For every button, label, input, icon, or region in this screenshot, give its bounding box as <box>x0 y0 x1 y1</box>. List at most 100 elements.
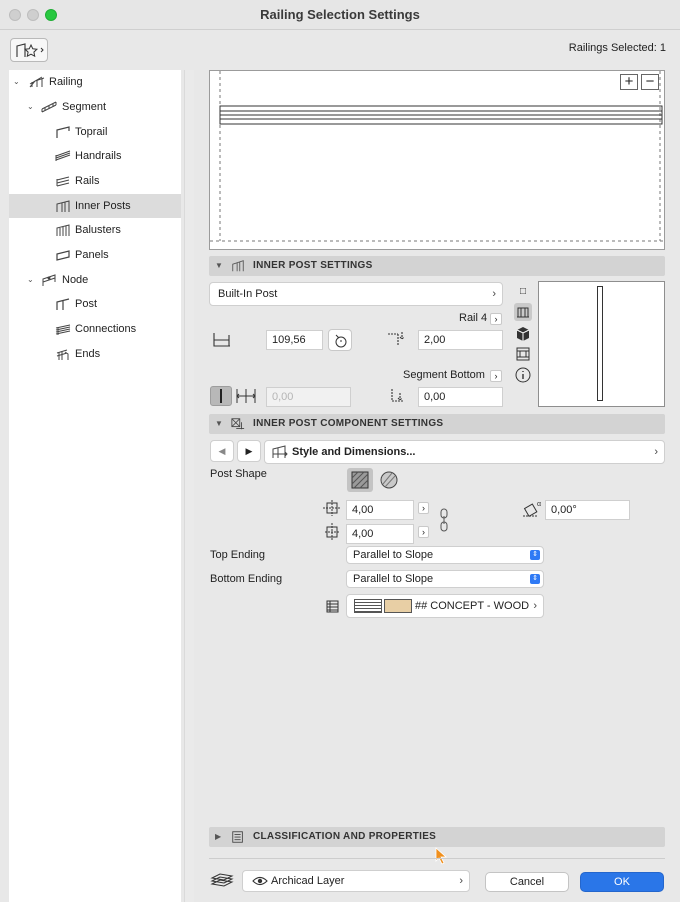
view-elevation-button[interactable] <box>515 346 531 362</box>
material-popup[interactable]: ## CONCEPT - WOOD › <box>346 594 544 618</box>
bottom-ending-select[interactable]: Parallel to Slope ⇕ <box>346 570 544 588</box>
chevron-down-icon[interactable]: ⌄ <box>27 268 37 292</box>
connections-icon <box>55 324 71 335</box>
top-ending-select[interactable]: Parallel to Slope ⇕ <box>346 546 544 564</box>
chevron-right-icon: › <box>459 875 463 887</box>
lock-icon <box>335 334 347 348</box>
fixed-spacing-toggle[interactable] <box>210 386 232 406</box>
chain-link-icon <box>440 508 448 532</box>
classification-properties-header[interactable]: ▶ CLASSIFICATION AND PROPERTIES <box>209 827 665 847</box>
balusters-icon <box>56 224 70 236</box>
style-dimensions-icon <box>272 445 288 458</box>
top-reference-label[interactable]: Rail 4 <box>459 312 487 324</box>
tree-item-railing[interactable]: ⌄ Railing <box>9 70 181 94</box>
settings-tree: ⌄ Railing ⌄ Segment Toprail Handrails Ra… <box>9 70 181 902</box>
depth-chevron-button[interactable]: › <box>418 526 429 538</box>
collapse-triangle-icon[interactable]: ▼ <box>215 256 223 276</box>
post-depth-input[interactable]: 4,00 <box>346 524 414 544</box>
expand-triangle-icon[interactable]: ▶ <box>215 827 221 847</box>
rails-icon <box>56 176 70 187</box>
handrails-icon <box>55 150 71 161</box>
material-color-swatch <box>384 599 412 613</box>
tree-item-balusters[interactable]: Balusters <box>9 218 181 242</box>
tree-item-inner-posts[interactable]: Inner Posts <box>9 194 181 218</box>
circular-shape-button[interactable] <box>376 468 402 492</box>
hatched-circle-icon <box>380 471 398 489</box>
material-pattern-swatch <box>354 599 382 613</box>
selection-count-label: Railings Selected: 1 <box>568 42 666 54</box>
rectangular-shape-button[interactable] <box>347 468 373 492</box>
previous-panel-button[interactable]: ◀ <box>210 440 234 462</box>
ok-button[interactable]: OK <box>580 872 664 892</box>
bottom-offset-icon <box>391 389 404 402</box>
favorites-button[interactable] <box>10 38 48 62</box>
cube-icon <box>516 327 530 341</box>
tree-item-handrails[interactable]: Handrails <box>9 144 181 168</box>
tree-item-segment[interactable]: ⌄ Segment <box>9 95 181 119</box>
layer-popup[interactable]: Archicad Layer › <box>242 870 470 892</box>
railing-preview-drawing <box>210 71 664 242</box>
tree-item-connections[interactable]: Connections <box>9 317 181 341</box>
elevation-view-icon <box>516 347 530 361</box>
chevron-down-icon[interactable]: ⌄ <box>13 70 23 94</box>
single-post-icon <box>220 389 222 403</box>
document-list-icon <box>232 831 243 843</box>
tree-item-toprail[interactable]: Toprail <box>9 120 181 144</box>
view-2d-button[interactable]: □ <box>516 285 530 299</box>
post-shape-label: Post Shape <box>210 468 267 480</box>
tree-item-rails[interactable]: Rails <box>9 169 181 193</box>
zoom-out-button[interactable]: − <box>641 74 659 90</box>
post-shape-preview <box>597 286 603 401</box>
chevron-down-icon[interactable]: ⌄ <box>27 95 37 119</box>
title-bar: Railing Selection Settings <box>0 0 680 30</box>
tree-item-ends[interactable]: Ends <box>9 342 181 366</box>
sidebar-scrollbar[interactable] <box>184 70 194 902</box>
width-icon <box>323 500 341 516</box>
info-button[interactable] <box>515 367 531 383</box>
eye-icon <box>252 876 268 886</box>
ends-icon <box>56 349 69 360</box>
square-outline-icon: □ <box>519 286 527 297</box>
view-section-button[interactable] <box>514 303 532 321</box>
info-icon <box>515 367 531 383</box>
post-height-input[interactable]: 109,56 <box>266 330 323 350</box>
bottom-reference-chevron-button[interactable]: › <box>490 370 502 382</box>
inner-post-component-settings-header[interactable]: ▼ INNER POST COMPONENT SETTINGS <box>209 414 665 434</box>
top-offset-input[interactable]: 2,00 <box>418 330 503 350</box>
post-spacing-input[interactable]: 0,00 <box>266 387 351 407</box>
inner-posts-icon <box>56 200 70 212</box>
inner-post-settings-header[interactable]: ▼ INNER POST SETTINGS <box>209 256 665 276</box>
rotation-angle-icon: α <box>523 501 541 518</box>
zoom-in-button[interactable]: + <box>620 74 638 90</box>
bottom-offset-input[interactable]: 0,00 <box>418 387 503 407</box>
panel-selector-popup[interactable]: Style and Dimensions... › <box>264 440 665 464</box>
collapse-triangle-icon[interactable]: ▼ <box>215 414 223 434</box>
updown-arrow-icon: ⇕ <box>530 574 540 584</box>
chevron-right-icon: › <box>492 288 496 300</box>
tree-item-panels[interactable]: Panels <box>9 243 181 267</box>
post-type-popup[interactable]: Built-In Post › <box>209 282 503 306</box>
top-reference-chevron-button[interactable]: › <box>490 313 502 325</box>
window-title: Railing Selection Settings <box>260 7 420 22</box>
width-chevron-button[interactable]: › <box>418 502 429 514</box>
bottom-reference-label[interactable]: Segment Bottom <box>403 369 485 381</box>
triangle-right-icon: ▶ <box>245 446 253 456</box>
post-icon <box>56 298 70 310</box>
cancel-button[interactable]: Cancel <box>485 872 569 892</box>
next-panel-button[interactable]: ▶ <box>237 440 261 462</box>
link-dimensions-button[interactable] <box>439 508 449 532</box>
triangle-left-icon: ◀ <box>218 446 226 456</box>
post-preview <box>538 281 665 407</box>
view-3d-button[interactable] <box>515 326 531 342</box>
layers-icon <box>210 873 234 887</box>
tree-item-post[interactable]: Post <box>9 292 181 316</box>
tree-item-node[interactable]: ⌄ Node <box>9 268 181 292</box>
distribute-posts-icon <box>236 389 256 403</box>
top-ending-label: Top Ending <box>210 549 266 561</box>
link-height-button[interactable] <box>328 329 352 351</box>
rotation-angle-input[interactable]: 0,00° <box>545 500 630 520</box>
post-width-input[interactable]: 4,00 <box>346 500 414 520</box>
distribute-toggle[interactable] <box>234 386 258 406</box>
component-settings-icon <box>231 418 245 430</box>
railing-preview[interactable]: + − <box>209 70 665 250</box>
